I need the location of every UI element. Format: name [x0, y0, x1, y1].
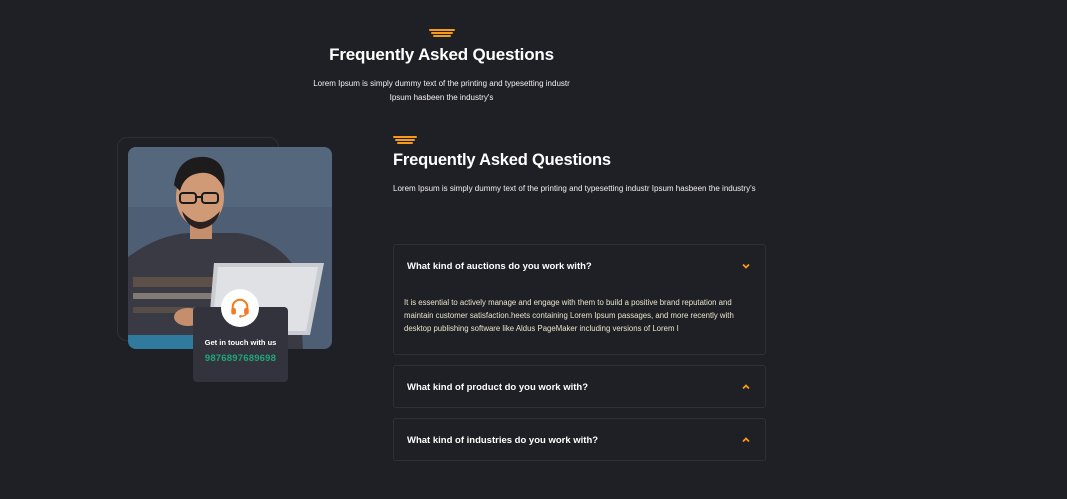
section-subtitle: Lorem Ipsum is simply dummy text of the …: [393, 184, 756, 193]
headset-icon: [231, 298, 249, 318]
faq-answer: It is essential to actively manage and e…: [404, 298, 734, 333]
chevron-up-icon: [742, 437, 750, 443]
contact-label: Get in touch with us: [204, 338, 277, 347]
faq-question: What kind of industries do you work with…: [407, 434, 599, 446]
faq-question: What kind of product do you work with?: [407, 381, 589, 393]
faq-question-button[interactable]: What kind of industries do you work with…: [394, 419, 765, 461]
faq-question-button[interactable]: What kind of auctions do you work with?: [394, 245, 765, 287]
section-decoration-icon: [393, 136, 417, 144]
page-subtitle-line-1: Lorem Ipsum is simply dummy text of the …: [313, 79, 570, 88]
section-title: Frequently Asked Questions: [393, 151, 611, 169]
faq-item-industries: What kind of industries do you work with…: [393, 418, 766, 461]
page-subtitle-line-2: Ipsum hasbeen the industry's: [389, 93, 494, 102]
page-subtitle: Lorem Ipsum is simply dummy text of the …: [290, 77, 593, 105]
contact-icon-circle: [221, 289, 259, 327]
contact-phone[interactable]: 9876897689698: [193, 353, 288, 364]
faq-question-button[interactable]: What kind of product do you work with?: [394, 366, 765, 408]
faq-item-product: What kind of product do you work with?: [393, 365, 766, 408]
page-title: Frequently Asked Questions: [329, 45, 554, 64]
title-decoration-icon: [429, 29, 455, 37]
chevron-up-icon: [742, 384, 750, 390]
faq-item-auctions: What kind of auctions do you work with? …: [393, 244, 766, 355]
faq-question: What kind of auctions do you work with?: [407, 260, 592, 272]
contact-card: Get in touch with us 9876897689698: [193, 289, 288, 382]
chevron-down-icon: [742, 263, 750, 269]
